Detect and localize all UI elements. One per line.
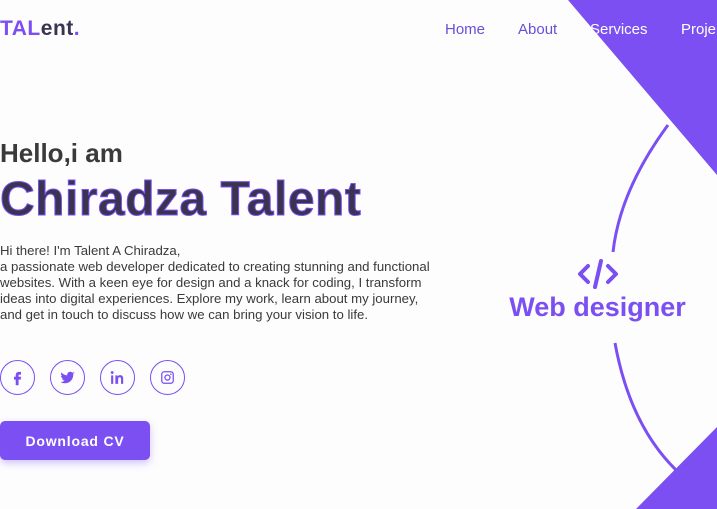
code-icon [577,259,618,289]
social-links [0,360,185,395]
hero-intro: Hi there! I'm Talent A Chiradza, a passi… [0,243,440,323]
twitter-link[interactable] [50,360,85,395]
arc-upper [611,124,670,253]
linkedin-link[interactable] [100,360,135,395]
nav-projects[interactable]: Proje [681,21,716,38]
download-cv-button[interactable]: Download CV [0,421,150,460]
role-badge: Web designer [490,258,705,323]
role-label: Web designer [509,292,686,322]
twitter-icon [60,371,75,384]
bottom-right-triangle [636,427,717,509]
logo-accent: TAL [0,17,41,40]
site-logo[interactable]: TALent. [0,17,80,41]
nav-services[interactable]: Services [590,21,648,38]
instagram-icon [161,371,174,384]
logo-dot: . [73,17,81,40]
arc-lower [613,342,678,472]
hero-name: Chiradza Talent [0,173,362,227]
intro-line-2: a passionate web developer dedicated to … [0,259,430,322]
instagram-link[interactable] [150,360,185,395]
nav-home[interactable]: Home [445,21,485,38]
facebook-link[interactable] [0,360,35,395]
intro-line-1: Hi there! I'm Talent A Chiradza, [0,243,181,258]
nav-about[interactable]: About [518,21,557,38]
logo-rest: ent [40,17,74,40]
facebook-icon [13,371,22,386]
hero-greeting: Hello,i am [0,138,123,168]
linkedin-icon [110,371,124,384]
